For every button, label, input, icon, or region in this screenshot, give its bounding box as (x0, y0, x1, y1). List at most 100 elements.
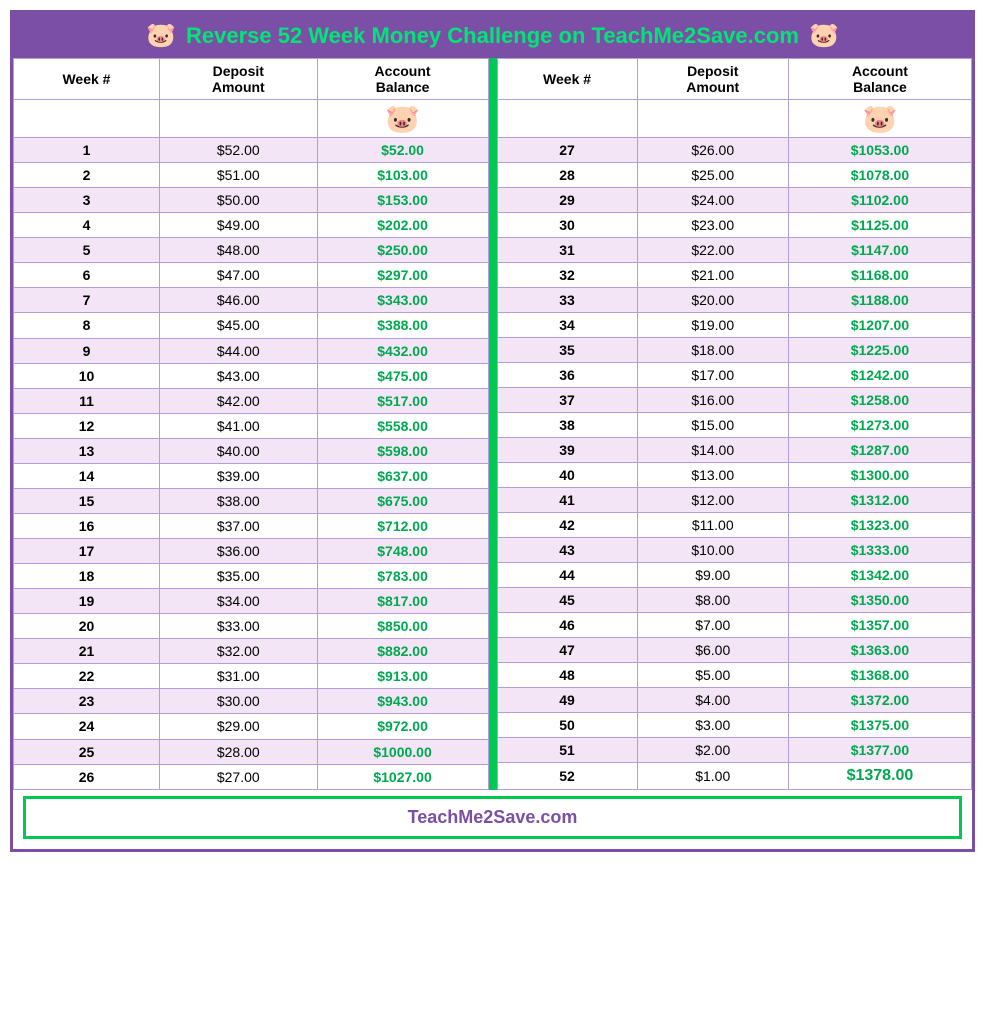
right-week-num: 40 (497, 463, 637, 488)
right-deposit: $5.00 (637, 663, 788, 688)
left-table-row: 24 $29.00 $972.00 (14, 714, 489, 739)
left-week-num: 20 (14, 614, 160, 639)
left-pig-empty2 (159, 100, 317, 138)
left-table-row: 13 $40.00 $598.00 (14, 438, 489, 463)
left-table-row: 1 $52.00 $52.00 (14, 138, 489, 163)
left-table-row: 12 $41.00 $558.00 (14, 413, 489, 438)
left-deposit: $35.00 (159, 564, 317, 589)
pig-icon-left: 🐷 (146, 21, 176, 50)
right-deposit: $6.00 (637, 638, 788, 663)
right-week-num: 52 (497, 763, 637, 790)
right-week-num: 44 (497, 563, 637, 588)
right-col2-header: DepositAmount (637, 59, 788, 100)
left-week-num: 24 (14, 714, 160, 739)
left-deposit: $45.00 (159, 313, 317, 338)
right-table-body: 27 $26.00 $1053.00 28 $25.00 $1078.00 29… (497, 138, 972, 790)
left-deposit: $42.00 (159, 388, 317, 413)
pig-icon-left-table: 🐷 (385, 103, 420, 134)
left-table-row: 8 $45.00 $388.00 (14, 313, 489, 338)
right-week-num: 27 (497, 138, 637, 163)
right-col1-header: Week # (497, 59, 637, 100)
left-table-row: 11 $42.00 $517.00 (14, 388, 489, 413)
right-balance: $1368.00 (788, 663, 971, 688)
left-deposit: $48.00 (159, 238, 317, 263)
left-table-body: 1 $52.00 $52.00 2 $51.00 $103.00 3 $50.0… (14, 138, 489, 790)
right-table-row: 52 $1.00 $1378.00 (497, 763, 972, 790)
right-week-num: 41 (497, 488, 637, 513)
left-deposit: $44.00 (159, 338, 317, 363)
left-deposit: $31.00 (159, 664, 317, 689)
left-week-num: 21 (14, 639, 160, 664)
right-balance: $1342.00 (788, 563, 971, 588)
left-week-num: 22 (14, 664, 160, 689)
right-deposit: $4.00 (637, 688, 788, 713)
right-deposit: $9.00 (637, 563, 788, 588)
right-balance: $1258.00 (788, 388, 971, 413)
left-week-num: 25 (14, 739, 160, 764)
left-week-num: 6 (14, 263, 160, 288)
right-balance: $1147.00 (788, 238, 971, 263)
right-balance: $1357.00 (788, 613, 971, 638)
right-deposit: $13.00 (637, 463, 788, 488)
left-balance: $432.00 (317, 338, 488, 363)
right-deposit: $10.00 (637, 538, 788, 563)
left-balance: $817.00 (317, 589, 488, 614)
right-deposit: $23.00 (637, 213, 788, 238)
left-deposit: $36.00 (159, 539, 317, 564)
right-table-row: 47 $6.00 $1363.00 (497, 638, 972, 663)
right-week-num: 48 (497, 663, 637, 688)
right-balance: $1242.00 (788, 363, 971, 388)
right-balance: $1078.00 (788, 163, 971, 188)
right-table-row: 38 $15.00 $1273.00 (497, 413, 972, 438)
right-deposit: $3.00 (637, 713, 788, 738)
left-deposit: $33.00 (159, 614, 317, 639)
right-table-row: 28 $25.00 $1078.00 (497, 163, 972, 188)
pig-icon-right-table: 🐷 (863, 103, 898, 134)
left-table-row: 7 $46.00 $343.00 (14, 288, 489, 313)
right-table-row: 37 $16.00 $1258.00 (497, 388, 972, 413)
left-deposit: $29.00 (159, 714, 317, 739)
left-balance: $250.00 (317, 238, 488, 263)
left-deposit: $47.00 (159, 263, 317, 288)
left-deposit: $49.00 (159, 213, 317, 238)
left-week-num: 9 (14, 338, 160, 363)
left-col2-header: DepositAmount (159, 59, 317, 100)
right-table-row: 41 $12.00 $1312.00 (497, 488, 972, 513)
left-week-num: 10 (14, 363, 160, 388)
right-table-row: 49 $4.00 $1372.00 (497, 688, 972, 713)
right-week-num: 35 (497, 338, 637, 363)
left-balance: $52.00 (317, 138, 488, 163)
left-balance: $1000.00 (317, 739, 488, 764)
right-table-row: 39 $14.00 $1287.00 (497, 438, 972, 463)
left-week-num: 16 (14, 513, 160, 538)
right-table-row: 36 $17.00 $1242.00 (497, 363, 972, 388)
right-table-row: 30 $23.00 $1125.00 (497, 213, 972, 238)
table-container: Week # DepositAmount AccountBalance 🐷 1 … (13, 58, 972, 790)
right-table-row: 35 $18.00 $1225.00 (497, 338, 972, 363)
left-pig-empty1 (14, 100, 160, 138)
left-deposit: $43.00 (159, 363, 317, 388)
left-week-num: 15 (14, 488, 160, 513)
right-table-row: 29 $24.00 $1102.00 (497, 188, 972, 213)
right-table-row: 44 $9.00 $1342.00 (497, 563, 972, 588)
right-table-row: 43 $10.00 $1333.00 (497, 538, 972, 563)
right-balance: $1333.00 (788, 538, 971, 563)
left-table-row: 19 $34.00 $817.00 (14, 589, 489, 614)
right-balance: $1102.00 (788, 188, 971, 213)
right-table-row: 46 $7.00 $1357.00 (497, 613, 972, 638)
left-deposit: $52.00 (159, 138, 317, 163)
right-week-num: 33 (497, 288, 637, 313)
left-week-num: 4 (14, 213, 160, 238)
right-week-num: 39 (497, 438, 637, 463)
left-table-row: 25 $28.00 $1000.00 (14, 739, 489, 764)
left-balance: $1027.00 (317, 764, 488, 789)
left-balance: $675.00 (317, 488, 488, 513)
right-balance: $1125.00 (788, 213, 971, 238)
left-balance: $343.00 (317, 288, 488, 313)
left-table-row: 9 $44.00 $432.00 (14, 338, 489, 363)
left-deposit: $28.00 (159, 739, 317, 764)
right-deposit: $19.00 (637, 313, 788, 338)
right-balance: $1323.00 (788, 513, 971, 538)
left-table-row: 14 $39.00 $637.00 (14, 463, 489, 488)
left-balance: $913.00 (317, 664, 488, 689)
